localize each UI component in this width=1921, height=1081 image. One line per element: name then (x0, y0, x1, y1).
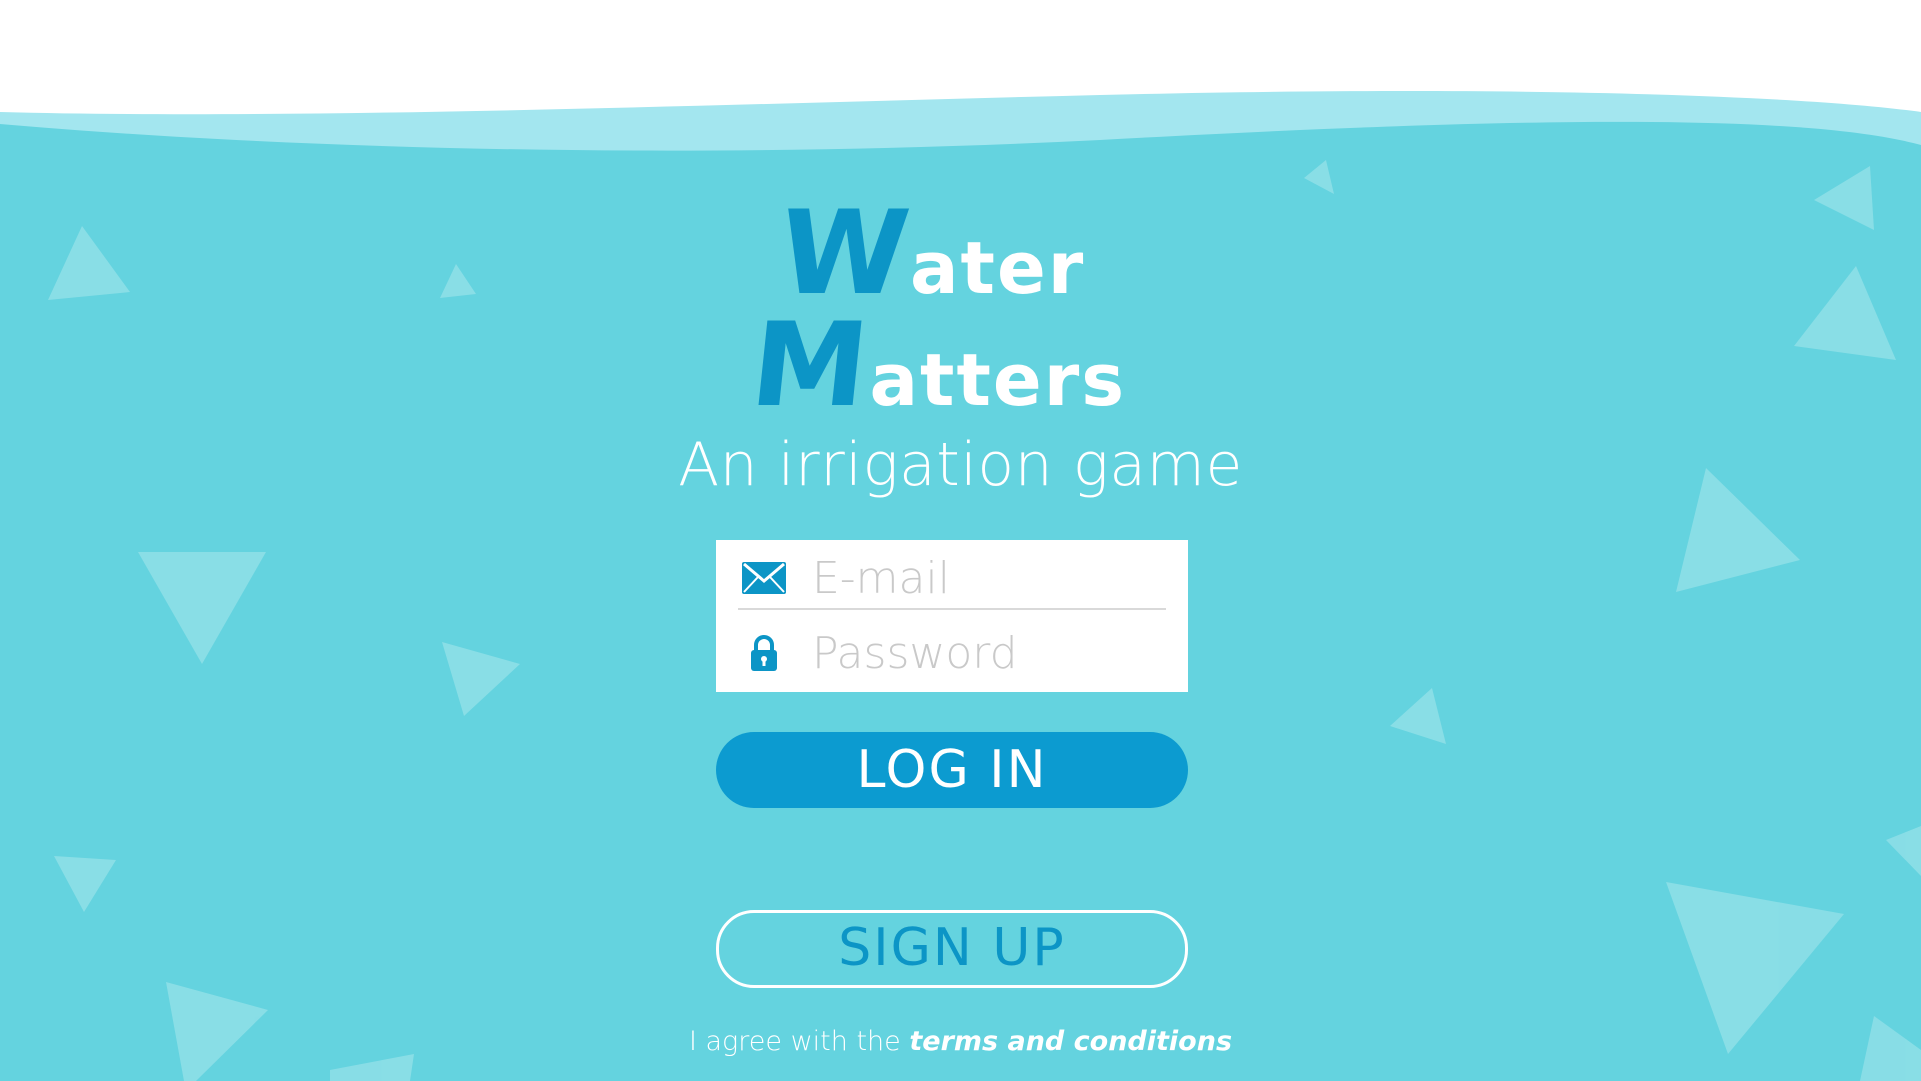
lock-icon (738, 633, 790, 673)
envelope-icon (738, 558, 790, 598)
login-button[interactable]: LOG IN (716, 732, 1188, 808)
terms-prefix: I agree with the (688, 1026, 910, 1057)
login-form (716, 540, 1188, 692)
password-row (738, 622, 1166, 684)
game-subtitle: An irrigation game (678, 430, 1243, 500)
logo-line-matters: Matters (745, 298, 1127, 433)
logo-word-ater: ater (909, 226, 1086, 310)
logo-letter-w: W (772, 186, 914, 321)
signup-button[interactable]: SIGN UP (716, 910, 1188, 988)
email-field[interactable] (812, 550, 1152, 606)
logo-letter-m: M (744, 298, 873, 433)
email-row (738, 548, 1166, 610)
game-logo: Water Matters (740, 186, 1180, 433)
terms-link[interactable]: terms and conditions (909, 1026, 1232, 1057)
password-field[interactable] (812, 625, 1152, 681)
game-screen: Water Matters An irrigation game E-mail … (0, 0, 1921, 1081)
logo-line-water: Water (773, 186, 1086, 321)
terms-line: I agree with the terms and conditions (0, 1026, 1921, 1057)
logo-word-atters: atters (869, 338, 1127, 422)
